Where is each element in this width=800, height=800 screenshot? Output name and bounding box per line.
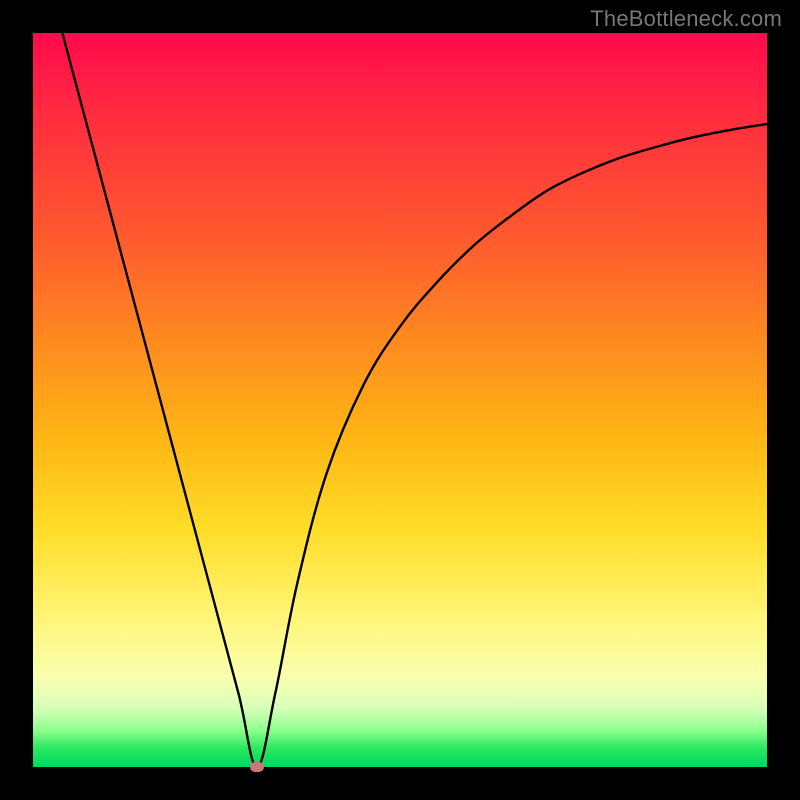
plot-area xyxy=(33,33,767,767)
watermark-text: TheBottleneck.com xyxy=(590,6,782,32)
chart-frame: TheBottleneck.com xyxy=(0,0,800,800)
optimal-point-marker xyxy=(250,762,264,772)
bottleneck-curve xyxy=(33,33,767,767)
